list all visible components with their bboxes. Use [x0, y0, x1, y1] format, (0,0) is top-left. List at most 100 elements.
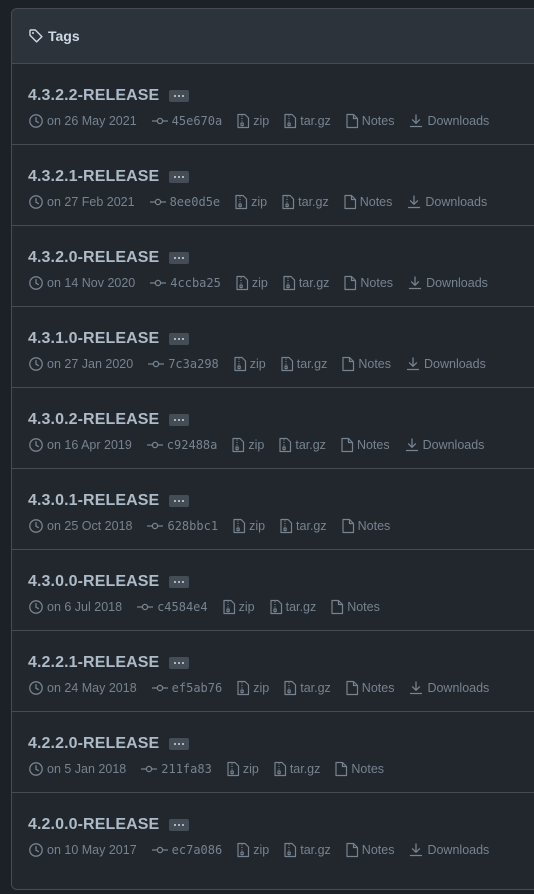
zip-link[interactable]: zip	[236, 113, 269, 129]
zip-link[interactable]: zip	[222, 599, 255, 615]
notes-link[interactable]: Notes	[345, 113, 395, 129]
targz-link[interactable]: tar.gz	[281, 194, 329, 210]
file-zip-icon	[222, 599, 239, 615]
clock-icon	[28, 194, 47, 210]
commit-link[interactable]: 4ccba25	[149, 275, 221, 291]
commit-link[interactable]: c4584e4	[136, 599, 208, 615]
notes-link[interactable]: Notes	[340, 437, 390, 453]
zip-link[interactable]: zip	[234, 194, 267, 210]
targz-link[interactable]: tar.gz	[279, 518, 327, 534]
tag-row: 4.3.2.1-RELEASE on 27 Feb 2021 8ee0d5e z…	[12, 145, 534, 226]
commit-icon	[147, 356, 168, 372]
commit-link[interactable]: 45e670a	[151, 113, 222, 129]
tag-name-link[interactable]: 4.2.2.1-RELEASE	[28, 654, 159, 672]
downloads-link[interactable]: Downloads	[408, 113, 489, 129]
notes-link[interactable]: Notes	[345, 842, 394, 858]
zip-link[interactable]: zip	[235, 275, 268, 291]
targz-label: tar.gz	[300, 843, 331, 857]
commit-link[interactable]: ec7a086	[151, 842, 222, 858]
zip-link[interactable]: zip	[233, 356, 266, 372]
downloads-link[interactable]: Downloads	[408, 842, 489, 858]
more-button[interactable]	[169, 252, 190, 264]
zip-link[interactable]: zip	[231, 437, 264, 453]
commit-link[interactable]: 7c3a298	[147, 356, 219, 372]
downloads-link[interactable]: Downloads	[404, 437, 484, 453]
tag-name-link[interactable]: 4.3.0.2-RELEASE	[28, 411, 159, 429]
downloads-link[interactable]: Downloads	[405, 356, 486, 372]
downloads-link[interactable]: Downloads	[407, 275, 488, 291]
targz-label: tar.gz	[298, 195, 329, 209]
commit-link[interactable]: 8ee0d5e	[149, 194, 221, 210]
zip-link[interactable]: zip	[236, 680, 269, 696]
targz-link[interactable]: tar.gz	[269, 599, 317, 615]
tag-date: on 14 Nov 2020	[28, 275, 135, 291]
tag-name-link[interactable]: 4.3.1.0-RELEASE	[28, 330, 159, 348]
tag-name-link[interactable]: 4.3.2.0-RELEASE	[28, 249, 159, 267]
more-button[interactable]	[169, 333, 190, 345]
zip-link[interactable]: zip	[226, 761, 259, 777]
file-zip-icon	[279, 518, 296, 534]
tag-date: on 27 Jan 2020	[28, 356, 133, 372]
targz-link[interactable]: tar.gz	[278, 437, 326, 453]
tag-date: on 27 Feb 2021	[28, 194, 135, 210]
file-zip-icon	[280, 356, 297, 372]
notes-link[interactable]: Notes	[343, 275, 393, 291]
commit-link[interactable]: 211fa83	[140, 761, 212, 777]
file-icon	[345, 842, 362, 858]
targz-label: tar.gz	[296, 519, 327, 533]
commit-sha: 8ee0d5e	[169, 195, 221, 209]
tag-date: on 24 May 2018	[28, 680, 137, 696]
more-button[interactable]	[169, 414, 190, 426]
tag-name-link[interactable]: 4.3.2.1-RELEASE	[28, 168, 159, 186]
downloads-label: Downloads	[427, 114, 490, 128]
downloads-label: Downloads	[426, 276, 488, 290]
file-icon	[334, 761, 351, 777]
notes-link[interactable]: Notes	[341, 356, 391, 372]
notes-link[interactable]: Notes	[345, 680, 394, 696]
commit-link[interactable]: c92488a	[146, 437, 217, 453]
commit-link[interactable]: 628bbc1	[146, 518, 218, 534]
tag-name-link[interactable]: 4.3.2.2-RELEASE	[28, 87, 159, 105]
notes-link[interactable]: Notes	[341, 518, 390, 534]
tag-name-link[interactable]: 4.2.0.0-RELEASE	[28, 816, 159, 834]
tag-name-link[interactable]: 4.3.0.1-RELEASE	[28, 492, 159, 510]
file-zip-icon	[283, 842, 300, 858]
targz-link[interactable]: tar.gz	[283, 842, 331, 858]
commit-link[interactable]: ef5ab76	[151, 680, 222, 696]
downloads-link[interactable]: Downloads	[408, 680, 489, 696]
zip-link[interactable]: zip	[232, 518, 265, 534]
date-text: on 14 Nov 2020	[47, 276, 136, 290]
tag-date: on 25 Oct 2018	[28, 518, 132, 534]
targz-link[interactable]: tar.gz	[282, 275, 329, 291]
targz-link[interactable]: tar.gz	[283, 680, 331, 696]
more-button[interactable]	[169, 576, 190, 588]
targz-link[interactable]: tar.gz	[273, 761, 320, 777]
download-icon	[408, 680, 427, 696]
more-button[interactable]	[169, 738, 190, 750]
date-text: on 16 Apr 2019	[47, 438, 132, 452]
targz-link[interactable]: tar.gz	[283, 113, 331, 129]
tag-name-link[interactable]: 4.2.2.0-RELEASE	[28, 735, 159, 753]
downloads-link[interactable]: Downloads	[406, 194, 487, 210]
targz-label: tar.gz	[285, 600, 317, 614]
notes-link[interactable]: Notes	[343, 194, 392, 210]
notes-link[interactable]: Notes	[334, 761, 384, 777]
downloads-label: Downloads	[425, 195, 488, 209]
date-text: on 24 May 2018	[47, 681, 137, 695]
more-button[interactable]	[169, 819, 190, 831]
download-icon	[407, 275, 426, 291]
zip-link[interactable]: zip	[236, 842, 269, 858]
notes-link[interactable]: Notes	[330, 599, 380, 615]
notes-label: Notes	[361, 114, 395, 128]
commit-icon	[136, 599, 157, 615]
tag-date: on 16 Apr 2019	[28, 437, 132, 453]
targz-link[interactable]: tar.gz	[280, 356, 327, 372]
more-button[interactable]	[169, 495, 190, 507]
clock-icon	[28, 437, 47, 453]
file-icon	[343, 194, 360, 210]
tag-name-link[interactable]: 4.3.0.0-RELEASE	[28, 573, 159, 591]
more-button[interactable]	[169, 657, 190, 669]
zip-label: zip	[249, 519, 266, 533]
more-button[interactable]	[169, 171, 190, 183]
more-button[interactable]	[169, 90, 190, 102]
